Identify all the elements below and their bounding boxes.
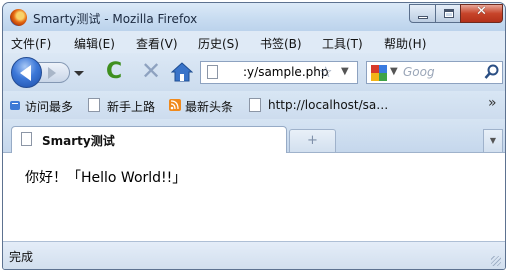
minimize-button[interactable]: [409, 4, 436, 23]
reload-icon[interactable]: C: [106, 60, 122, 84]
close-button[interactable]: ✕: [460, 4, 503, 23]
maximize-icon: [444, 9, 454, 18]
bookmark-localhost[interactable]: http://localhost/sa…: [268, 98, 388, 112]
home-icon: [170, 62, 194, 82]
resize-grip-icon[interactable]: [491, 256, 501, 266]
history-dropdown-icon: [74, 71, 84, 76]
chevron-right-icon[interactable]: »: [488, 95, 497, 111]
browser-window: Smarty测试 - Mozilla Firefox ✕ 文件(F) 编辑(E)…: [2, 2, 506, 270]
window-title: Smarty测试 - Mozilla Firefox: [33, 12, 198, 26]
tab-list-dropdown-icon[interactable]: ▼: [483, 129, 503, 152]
status-bar: 完成: [3, 241, 505, 269]
close-icon: ✕: [476, 4, 487, 19]
page-icon: [88, 98, 100, 112]
search-bar[interactable]: ▼ Goog: [366, 61, 503, 84]
menu-view[interactable]: 查看(V): [136, 35, 178, 52]
firefox-logo-icon: [10, 9, 27, 26]
bookmark-getting-started[interactable]: 新手上路: [107, 98, 155, 115]
new-tab-button[interactable]: +: [289, 129, 336, 152]
search-placeholder[interactable]: Goog: [403, 65, 435, 79]
menu-bookmarks[interactable]: 书签(B): [260, 35, 302, 52]
page-icon: [207, 65, 218, 79]
bookmarks-toolbar: 访问最多 新手上路 最新头条 http://localhost/sa… »: [3, 91, 505, 119]
status-text: 完成: [9, 250, 34, 264]
rss-feed-icon: [169, 99, 181, 111]
tab-label: Smarty测试: [42, 134, 115, 148]
menu-edit[interactable]: 编辑(E): [74, 35, 115, 52]
menu-file[interactable]: 文件(F): [11, 35, 51, 52]
back-button[interactable]: [11, 57, 42, 88]
most-visited-icon: [10, 101, 20, 110]
page-body-text: 你好！「Hello World!!」: [25, 170, 187, 186]
menu-tools[interactable]: 工具(T): [322, 35, 363, 52]
forward-arrow-icon: [48, 67, 56, 79]
stop-icon[interactable]: ✕: [141, 58, 161, 84]
home-button[interactable]: [170, 61, 194, 83]
menu-bar: 文件(F) 编辑(E) 查看(V) 历史(S) 书签(B) 工具(T) 帮助(H…: [3, 31, 505, 53]
bookmark-star-icon[interactable]: ☆: [319, 63, 332, 81]
page-icon: [21, 132, 32, 146]
navigation-toolbar: C ✕ :y/sample.php ☆ ▼ ▼ Goog: [3, 53, 505, 91]
menu-help[interactable]: 帮助(H): [384, 35, 426, 52]
title-bar[interactable]: Smarty测试 - Mozilla Firefox ✕: [3, 3, 505, 31]
search-engine-icon[interactable]: [371, 65, 387, 81]
forward-button[interactable]: [38, 62, 70, 83]
bookmark-latest-headlines[interactable]: 最新头条: [185, 98, 233, 115]
page-icon: [249, 98, 261, 112]
history-dropdown-button[interactable]: [69, 62, 90, 83]
search-icon[interactable]: [484, 64, 500, 80]
url-dropdown-icon[interactable]: ▼: [341, 66, 349, 77]
menu-history[interactable]: 历史(S): [198, 35, 239, 52]
url-bar[interactable]: :y/sample.php ☆ ▼: [200, 61, 358, 84]
minimize-icon: [418, 16, 428, 19]
back-arrow-icon: [20, 65, 31, 81]
maximize-button[interactable]: [435, 4, 461, 23]
bookmark-most-visited[interactable]: 访问最多: [25, 98, 73, 115]
search-engine-dropdown-icon[interactable]: ▼: [390, 66, 398, 77]
page-content: 你好！「Hello World!!」: [3, 153, 505, 241]
url-text[interactable]: :y/sample.php: [243, 65, 328, 79]
tab-bar: Smarty测试 + ▼: [3, 119, 505, 153]
tab-active[interactable]: Smarty测试: [11, 126, 287, 153]
